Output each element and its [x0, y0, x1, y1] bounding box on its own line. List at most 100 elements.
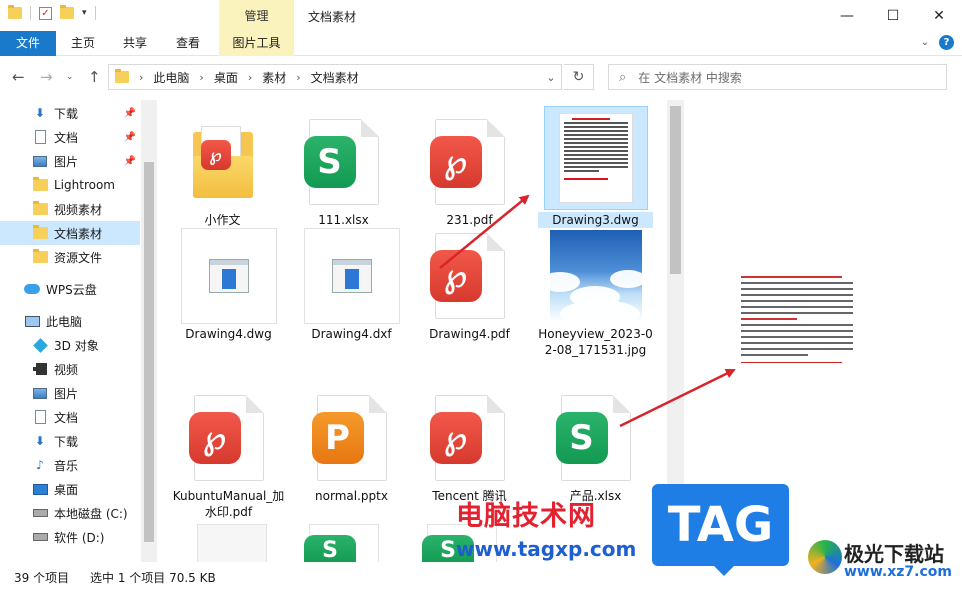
xlsx-file-icon: S — [555, 395, 631, 481]
pdf-file-icon: ℘ — [188, 395, 264, 481]
pdf-file-icon: ℘ — [429, 119, 505, 205]
address-bar[interactable]: › 此电脑 › 桌面 › 素材 › 文档素材 — [108, 64, 562, 90]
sidebar-item-label: 此电脑 — [46, 314, 83, 329]
sidebar-item-downloads[interactable]: ⬇ 下载 📌 — [0, 101, 140, 125]
expand-ribbon-icon[interactable]: ⌄ — [921, 37, 929, 48]
sidebar-item-drive-c[interactable]: 本地磁盘 (C:) — [0, 501, 140, 525]
breadcrumb-separator-icon[interactable]: › — [296, 71, 300, 84]
file-item[interactable]: ℘ 231.pdf — [412, 114, 527, 228]
close-button[interactable]: ✕ — [916, 0, 962, 31]
sidebar-item-document-materials[interactable]: 文档素材 — [0, 221, 140, 245]
download-icon: ⬇ — [34, 434, 46, 448]
file-item[interactable]: ℘ 小作文 — [165, 114, 280, 228]
file-item[interactable]: P normal.pptx — [294, 390, 409, 504]
tab-picture-tools[interactable]: 图片工具 — [219, 31, 294, 56]
3d-objects-icon — [32, 337, 48, 353]
breadcrumb-separator-icon[interactable]: › — [139, 71, 143, 84]
recent-locations-icon[interactable]: ⌄ — [66, 72, 74, 82]
pdf-file-icon: ℘ — [429, 233, 505, 319]
sidebar-item-label: WPS云盘 — [46, 282, 97, 297]
search-input[interactable]: ⌕ 在 文档素材 中搜索 — [608, 64, 947, 90]
sidebar-item-drive-d[interactable]: 软件 (D:) — [0, 525, 140, 549]
sidebar-item-pictures[interactable]: 图片 📌 — [0, 149, 140, 173]
chevron-down-icon[interactable]: ▾ — [82, 8, 87, 18]
sidebar-item-label: 图片 — [54, 154, 79, 169]
sidebar-item-documents-pc[interactable]: 文档 — [0, 405, 140, 429]
file-item[interactable]: S 产品.xlsx — [538, 390, 653, 504]
file-name: Drawing4.dxf — [311, 327, 392, 341]
ribbon-tabs: 文件 主页 共享 查看 图片工具 ⌄ ? — [0, 31, 962, 56]
sidebar-item-resource-files[interactable]: 资源文件 — [0, 245, 140, 269]
breadcrumb-this-pc[interactable]: 此电脑 — [153, 69, 189, 86]
sidebar-item-music[interactable]: ♪ 音乐 — [0, 453, 140, 477]
file-item[interactable]: Drawing4.dxf — [294, 228, 409, 342]
file-name: 小作文 — [204, 213, 241, 227]
breadcrumb-materials[interactable]: 素材 — [262, 69, 286, 86]
file-item-partial[interactable]: S — [304, 524, 379, 562]
up-arrow-icon[interactable]: ↑ — [88, 68, 101, 86]
address-dropdown-icon[interactable]: ⌄ — [539, 64, 563, 90]
picture-icon — [32, 386, 48, 400]
dxf-file-icon — [331, 259, 372, 293]
tab-file[interactable]: 文件 — [0, 31, 56, 56]
file-item-selected[interactable]: Drawing3.dwg — [538, 106, 653, 228]
properties-icon[interactable]: ✓ — [39, 6, 52, 20]
search-icon: ⌕ — [619, 69, 627, 85]
file-item-partial[interactable] — [197, 524, 267, 562]
sidebar-item-desktop[interactable]: 桌面 — [0, 477, 140, 501]
sidebar-item-downloads-pc[interactable]: ⬇ 下载 — [0, 429, 140, 453]
file-item[interactable]: ℘ KubuntuManual_加水印.pdf — [171, 390, 286, 520]
sidebar-item-label: 文档 — [54, 130, 79, 145]
refresh-icon[interactable]: ↻ — [564, 64, 594, 90]
file-name: 231.pdf — [446, 213, 493, 227]
sidebar-item-label: 3D 对象 — [54, 338, 99, 353]
sidebar-item-3d-objects[interactable]: 3D 对象 — [0, 333, 140, 357]
disk-icon — [32, 506, 48, 520]
new-folder-icon[interactable] — [60, 5, 74, 19]
sidebar-item-label: 文档 — [54, 410, 79, 425]
scrollbar-thumb[interactable] — [144, 162, 154, 542]
computer-icon — [24, 314, 40, 328]
file-item[interactable]: S 111.xlsx — [286, 114, 401, 228]
disk-icon — [32, 530, 48, 544]
sidebar-item-lightroom[interactable]: Lightroom — [0, 173, 140, 197]
scrollbar-thumb[interactable] — [670, 106, 681, 274]
tab-home[interactable]: 主页 — [62, 31, 104, 56]
folder-icon: ℘ — [192, 126, 253, 198]
sidebar-item-videos[interactable]: 视频 — [0, 357, 140, 381]
sidebar-item-video-materials[interactable]: 视频素材 — [0, 197, 140, 221]
tab-share[interactable]: 共享 — [114, 31, 156, 56]
breadcrumb-separator-icon[interactable]: › — [248, 71, 252, 84]
tab-manage[interactable]: 管理 — [219, 0, 294, 31]
sidebar-item-pictures-pc[interactable]: 图片 — [0, 381, 140, 405]
sidebar-item-label: 本地磁盘 (C:) — [54, 506, 128, 521]
sidebar-item-documents[interactable]: 文档 📌 — [0, 125, 140, 149]
jiguang-name: 极光下载站 — [844, 542, 944, 566]
pin-icon[interactable]: 📌 — [124, 156, 136, 167]
breadcrumb-separator-icon[interactable]: › — [199, 71, 203, 84]
pptx-file-icon: P — [311, 395, 387, 481]
help-icon[interactable]: ? — [939, 35, 954, 50]
sidebar-scrollbar[interactable] — [141, 100, 157, 562]
sidebar-item-label: 下载 — [54, 434, 79, 449]
forward-arrow-icon[interactable]: → — [40, 68, 53, 86]
pin-icon[interactable]: 📌 — [124, 108, 136, 119]
pin-icon[interactable]: 📌 — [124, 132, 136, 143]
minimize-button[interactable]: — — [824, 0, 870, 31]
back-arrow-icon[interactable]: ← — [12, 68, 25, 86]
file-item[interactable]: Honeyview_2023-02-08_171531.jpg — [538, 228, 653, 358]
maximize-button[interactable]: ☐ — [870, 0, 916, 31]
tab-view[interactable]: 查看 — [167, 31, 209, 56]
breadcrumb-document-materials[interactable]: 文档素材 — [311, 69, 359, 86]
folder-icon[interactable] — [8, 5, 22, 19]
video-icon — [32, 362, 48, 376]
sidebar-item-label: 软件 (D:) — [54, 530, 105, 545]
dwg-file-icon — [208, 259, 249, 293]
breadcrumb-desktop[interactable]: 桌面 — [214, 69, 238, 86]
file-item[interactable]: ℘ Drawing4.pdf — [412, 228, 527, 342]
file-item[interactable]: Drawing4.dwg — [171, 228, 286, 342]
sidebar-item-wps-cloud[interactable]: WPS云盘 — [0, 277, 140, 301]
file-item[interactable]: ℘ Tencent 腾讯 — [412, 390, 527, 504]
search-placeholder: 在 文档素材 中搜索 — [638, 70, 742, 85]
sidebar-item-this-pc[interactable]: 此电脑 — [0, 309, 140, 333]
